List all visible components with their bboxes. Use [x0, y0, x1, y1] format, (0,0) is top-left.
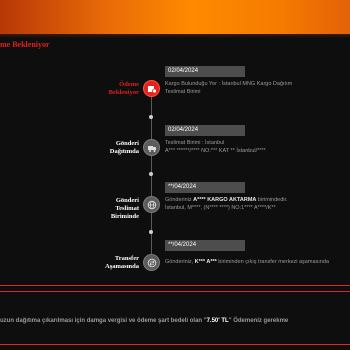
timeline-dot — [149, 172, 153, 176]
banner-shadow — [0, 34, 350, 38]
step-date: **/04/2024 — [165, 182, 245, 193]
globe-icon — [143, 196, 160, 213]
step-label-delivery-unit: Gönderi Teslimat Biriminde — [110, 197, 139, 220]
step-label-transfer: Transfer Aşamasında — [105, 255, 139, 270]
delivery-icon — [143, 139, 160, 156]
transfer-icon — [143, 254, 160, 271]
step-label-payment: Ödeme Bekleniyor — [108, 81, 139, 96]
timeline-dot — [149, 230, 153, 234]
divider-stripe — [0, 285, 350, 286]
timeline-dot — [149, 115, 153, 119]
fee-notice: uzun dağıtıma çıkarılması için damga ver… — [0, 318, 289, 324]
step-description: Gönderiniz A**** KARGO AKTARMA biriminde… — [165, 197, 288, 211]
top-banner — [0, 0, 350, 34]
status-title: me Bekleniyor — [0, 40, 50, 49]
step-description: Gönderiniz, K*** A*** biriminden çıkış t… — [165, 259, 329, 265]
step-date: 02/04/2024 — [165, 66, 245, 77]
payment-icon — [143, 80, 160, 97]
step-description: Kargo Bulunduğu Yer : İstanbul MNG Kargo… — [165, 81, 293, 95]
step-description: Teslimat Birimi : İstanbul A*** ******/*… — [165, 140, 266, 154]
step-label-delivery: Gönderi Dağıtımda — [109, 140, 139, 155]
step-date: **/04/2024 — [165, 240, 245, 251]
divider-stripe — [0, 291, 350, 292]
divider-stripe — [0, 344, 350, 345]
step-date: 02/04/2024 — [165, 125, 245, 136]
